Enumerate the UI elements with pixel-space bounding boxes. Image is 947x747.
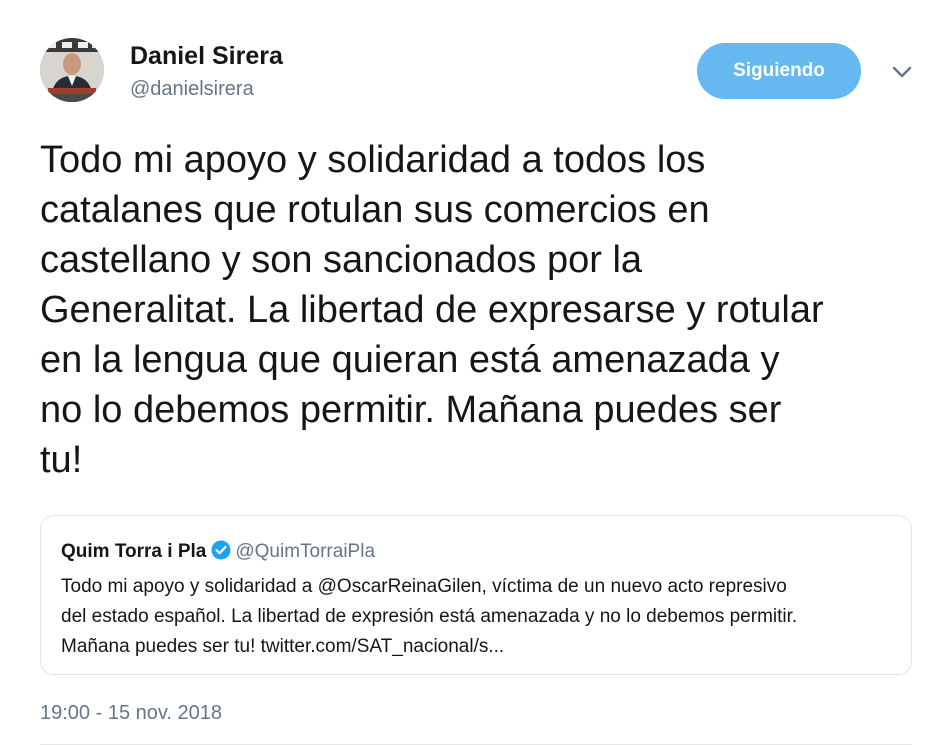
quoted-tweet-text: Todo mi apoyo y solidaridad a @OscarRein… — [61, 576, 798, 657]
following-button[interactable]: Siguiendo — [697, 43, 861, 99]
author-name[interactable]: Daniel Sirera — [130, 42, 283, 70]
verified-badge-icon — [211, 540, 231, 567]
chevron-down-icon[interactable] — [890, 64, 914, 80]
avatar-photo — [40, 38, 104, 102]
quoted-author-handle[interactable]: @QuimTorraiPla — [235, 541, 375, 562]
tweet-text: Todo mi apoyo y solidaridad a todos los … — [40, 139, 824, 481]
quoted-tweet-header: Quim Torra i Pla @QuimTorraiPla — [61, 540, 375, 567]
author-handle[interactable]: @danielsirera — [130, 77, 254, 101]
quoted-tweet[interactable]: Quim Torra i Pla @QuimTorraiPla Todo mi a… — [40, 515, 912, 675]
author-avatar[interactable] — [40, 38, 104, 102]
tweet-card: Daniel Sirera @danielsirera Siguiendo To… — [0, 0, 947, 747]
divider — [40, 744, 912, 745]
quoted-author-name[interactable]: Quim Torra i Pla — [61, 541, 206, 562]
tweet-timestamp[interactable]: 19:00 - 15 nov. 2018 — [40, 700, 222, 726]
